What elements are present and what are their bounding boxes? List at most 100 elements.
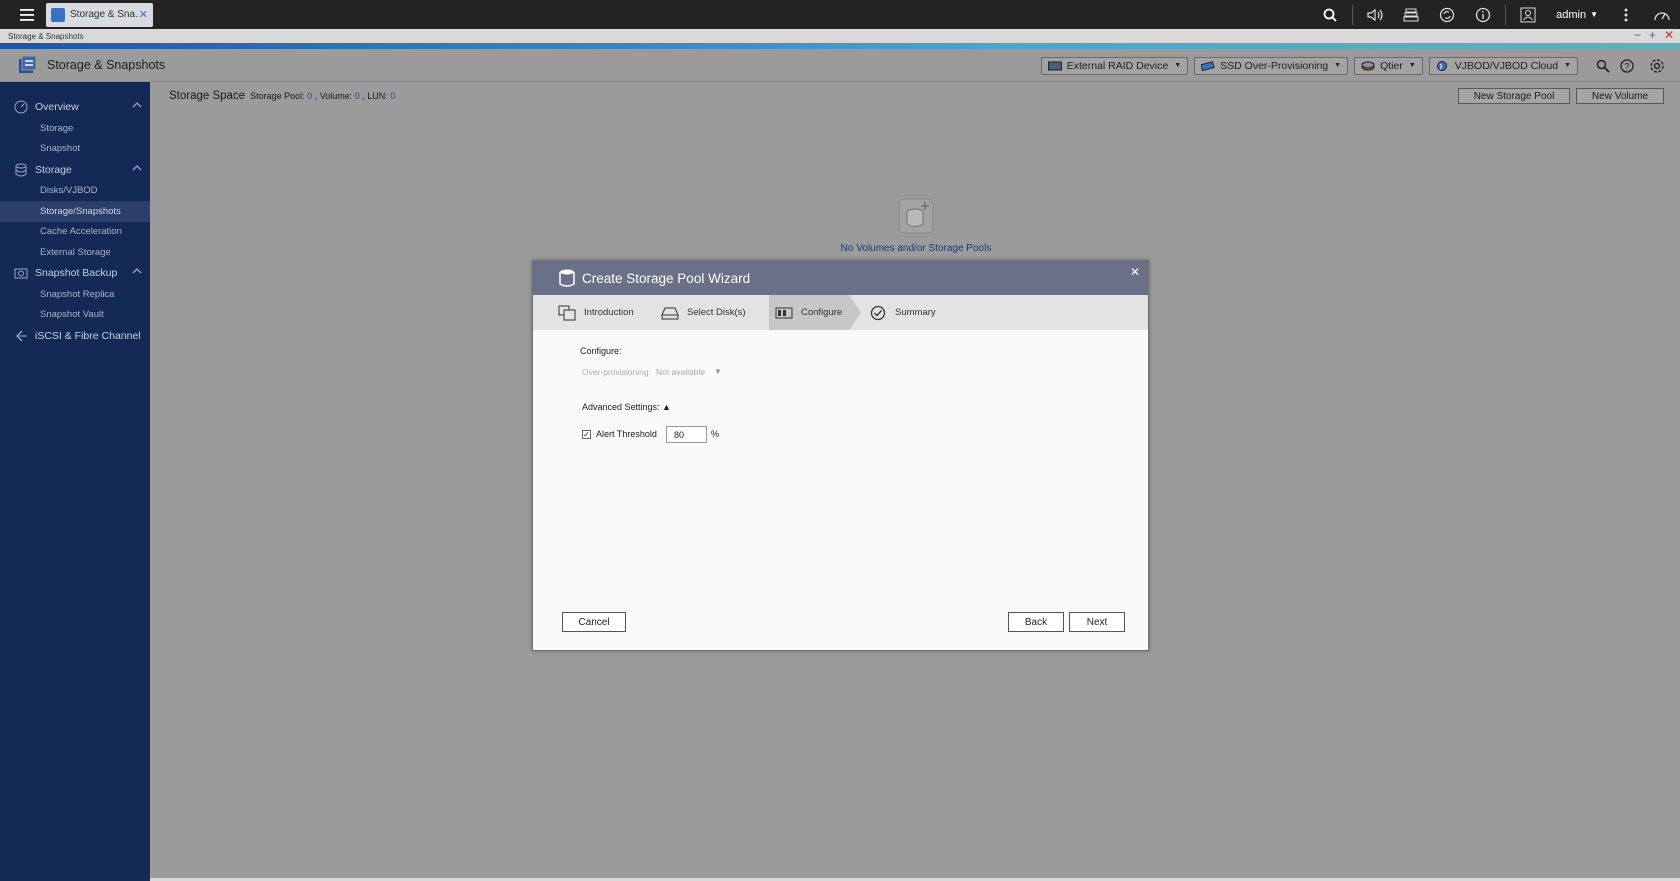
lun-count-label: , LUN:	[362, 91, 388, 101]
sidebar-item-external-storage[interactable]: External Storage	[0, 242, 150, 262]
help-icon: ?	[1620, 58, 1634, 73]
empty-storage-icon	[898, 198, 934, 234]
alert-threshold-checkbox[interactable]: ✓	[582, 430, 591, 439]
configure-label: Configure:	[580, 346, 622, 356]
vjbod-dropdown[interactable]: VJBOD/VJBOD Cloud ▼	[1428, 56, 1578, 75]
overview-icon	[14, 100, 28, 114]
close-icon[interactable]: ✕	[139, 8, 148, 21]
user-name: admin	[1556, 8, 1587, 21]
sidebar-item-cache-acceleration[interactable]: Cache Acceleration	[0, 222, 150, 242]
empty-message: No Volumes and/or Storage Pools	[840, 243, 992, 254]
app-tab-storage-snapshots[interactable]: Storage & Sna... ✕	[46, 2, 153, 27]
settings-button[interactable]	[1646, 55, 1668, 77]
user-menu[interactable]: admin ▼	[1546, 9, 1608, 21]
storage-snapshots-logo-icon	[19, 55, 37, 73]
database-icon	[15, 163, 27, 177]
step-introduction: Introduction	[533, 295, 661, 330]
info-icon	[1475, 7, 1491, 22]
dashboard-button[interactable]	[1644, 0, 1680, 29]
step-select-disks: Select Disk(s)	[661, 295, 757, 330]
sidebar-section-storage[interactable]: Storage	[0, 159, 150, 181]
sidebar-item-snapshot-vault[interactable]: Snapshot Vault	[0, 305, 150, 325]
volume-button[interactable]	[1357, 0, 1393, 29]
qtier-icon	[1361, 61, 1375, 70]
over-provisioning-label: Over-provisioning:	[582, 367, 651, 377]
pool-count: 0	[307, 91, 313, 101]
divider	[1505, 4, 1507, 25]
sidebar-item-storage-snapshots[interactable]: Storage/Snapshots	[0, 201, 150, 222]
sidebar-item-disks-vjbod[interactable]: Disks/VJBOD	[0, 181, 150, 201]
ssd-icon	[1201, 60, 1215, 71]
alert-threshold-input[interactable]	[666, 426, 707, 443]
create-storage-pool-dialog: Create Storage Pool Wizard ✕ Introductio…	[532, 260, 1149, 651]
more-options-button[interactable]	[1608, 0, 1644, 29]
sidebar-section-snapshot-backup[interactable]: Snapshot Backup	[0, 262, 150, 284]
search-icon	[1323, 8, 1337, 22]
window-title-bar: Storage & Snapshots − + ✕	[0, 29, 1680, 43]
sync-icon	[1439, 7, 1455, 22]
sidebar: Overview Storage Snapshot Storage Disks/…	[0, 82, 150, 881]
step-label: Introduction	[584, 307, 634, 318]
vertical-dots-icon	[1624, 8, 1628, 21]
user-avatar[interactable]	[1510, 0, 1546, 29]
app-title: Storage & Snapshots	[47, 58, 166, 72]
maximize-icon[interactable]: +	[1649, 29, 1656, 42]
step-label: Configure	[801, 307, 843, 318]
background-tasks-button[interactable]	[1393, 0, 1429, 29]
gauge-icon	[1654, 11, 1670, 20]
sidebar-section-label: Snapshot Backup	[35, 267, 118, 280]
main-menu-button[interactable]	[12, 0, 41, 29]
external-device-button[interactable]	[1429, 0, 1465, 29]
step-configure: Configure	[769, 295, 849, 330]
window-close-icon[interactable]: ✕	[1664, 29, 1674, 42]
notifications-button[interactable]	[1465, 0, 1501, 29]
hamburger-icon	[19, 8, 34, 21]
lun-count: 0	[390, 91, 396, 101]
disk-icon	[661, 307, 679, 319]
caret-down-icon: ▼	[1334, 62, 1342, 69]
pool-count-label: Storage Pool:	[250, 91, 305, 101]
help-button[interactable]: ?	[1616, 55, 1638, 77]
qtier-dropdown[interactable]: Qtier ▼	[1354, 56, 1423, 75]
vjbod-label: VJBOD/VJBOD Cloud	[1454, 59, 1559, 72]
alert-threshold-label: Alert Threshold	[596, 429, 657, 439]
storage-counts: Storage Pool: 0 , Volume: 0 , LUN: 0	[250, 91, 395, 101]
app-tab-label: Storage & Sna...	[70, 9, 139, 20]
next-button[interactable]: Next	[1069, 612, 1125, 632]
step-summary: Summary	[861, 295, 936, 330]
search-button[interactable]	[1312, 0, 1348, 29]
new-storage-pool-button[interactable]: New Storage Pool	[1458, 88, 1570, 104]
qtier-label: Qtier	[1380, 59, 1403, 72]
sidebar-section-overview[interactable]: Overview	[0, 96, 150, 118]
wizard-steps: Introduction Select Disk(s) Configure Su…	[533, 295, 1148, 330]
sidebar-section-label: iSCSI & Fibre Channel	[35, 330, 141, 343]
advanced-settings-toggle[interactable]: Advanced Settings: ▲	[582, 402, 671, 412]
dialog-close-icon[interactable]: ✕	[1130, 265, 1140, 279]
sidebar-item-snapshot-replica[interactable]: Snapshot Replica	[0, 284, 150, 304]
chevron-up-icon	[132, 164, 142, 171]
external-raid-device-dropdown[interactable]: External RAID Device ▼	[1040, 56, 1189, 75]
storage-pool-icon	[559, 269, 575, 287]
dialog-header: Create Storage Pool Wizard ✕	[533, 261, 1148, 295]
check-circle-icon	[870, 305, 886, 320]
over-provisioning-select[interactable]: Not available	[656, 367, 705, 377]
stack-icon	[1403, 8, 1419, 21]
new-volume-button[interactable]: New Volume	[1576, 88, 1664, 104]
search-tool-button[interactable]	[1592, 55, 1614, 77]
ssd-over-provisioning-label: SSD Over-Provisioning	[1220, 59, 1329, 72]
caret-down-icon: ▼	[1174, 62, 1182, 69]
user-icon	[1520, 7, 1536, 22]
sidebar-section-iscsi[interactable]: iSCSI & Fibre Channel	[0, 325, 150, 347]
ssd-over-provisioning-dropdown[interactable]: SSD Over-Provisioning ▼	[1194, 56, 1349, 75]
minimize-icon[interactable]: −	[1634, 29, 1641, 42]
raid-device-icon	[1047, 61, 1062, 70]
sidebar-section-label: Overview	[35, 101, 79, 113]
back-button[interactable]: Back	[1008, 612, 1064, 632]
caret-down-icon: ▼	[714, 367, 722, 376]
sidebar-item-snapshot[interactable]: Snapshot	[0, 138, 150, 158]
sidebar-section-label: Storage	[35, 163, 72, 176]
sidebar-item-storage[interactable]: Storage	[0, 118, 150, 138]
caret-down-icon: ▼	[1564, 62, 1571, 69]
dialog-title: Create Storage Pool Wizard	[582, 270, 751, 286]
cancel-button[interactable]: Cancel	[562, 612, 626, 632]
